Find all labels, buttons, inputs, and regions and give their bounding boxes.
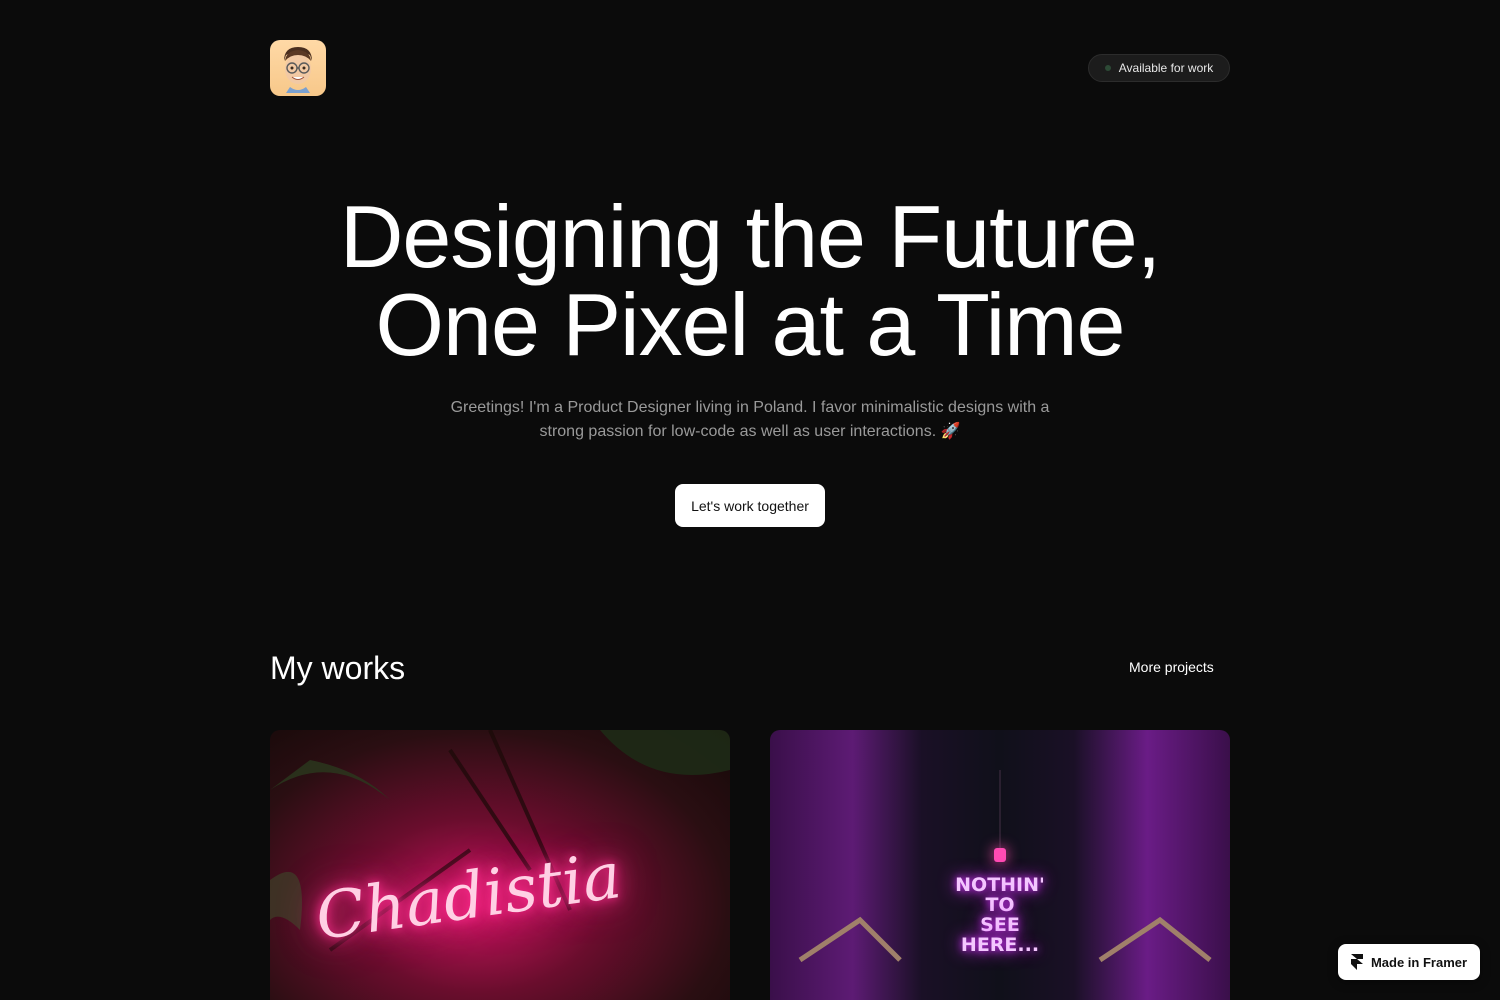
made-in-framer-badge[interactable]: Made in Framer bbox=[1338, 944, 1480, 980]
hero-title-line2: One Pixel at a Time bbox=[375, 275, 1126, 374]
hero-subtitle-line1: Greetings! I'm a Product Designer living… bbox=[450, 399, 1050, 416]
memoji-avatar-icon bbox=[284, 47, 312, 93]
section-title: My works bbox=[270, 650, 406, 686]
hero-title: Designing the Future, One Pixel at a Tim… bbox=[0, 193, 1500, 369]
hero-title-line1: Designing the Future, bbox=[339, 187, 1161, 286]
badge-label: Made in Framer bbox=[1370, 954, 1468, 970]
avatar[interactable] bbox=[270, 40, 326, 96]
status-label: Available for work bbox=[1118, 61, 1214, 75]
project-card[interactable]: NOTHIN' TO SEE HERE... bbox=[770, 730, 1230, 1000]
railing-decoration bbox=[798, 916, 1212, 963]
framer-logo-icon bbox=[1350, 954, 1363, 970]
status-badge: Available for work bbox=[1088, 54, 1230, 82]
more-projects-link[interactable]: More projects bbox=[1129, 659, 1214, 675]
work-together-button[interactable]: Let's work together bbox=[675, 484, 825, 527]
hero-subtitle-line2: strong passion for low-code as well as u… bbox=[539, 423, 961, 440]
hero-subtitle: Greetings! I'm a Product Designer living… bbox=[450, 396, 1050, 444]
status-dot-icon bbox=[1104, 65, 1111, 71]
project-card[interactable]: Chadistia bbox=[270, 730, 730, 1000]
